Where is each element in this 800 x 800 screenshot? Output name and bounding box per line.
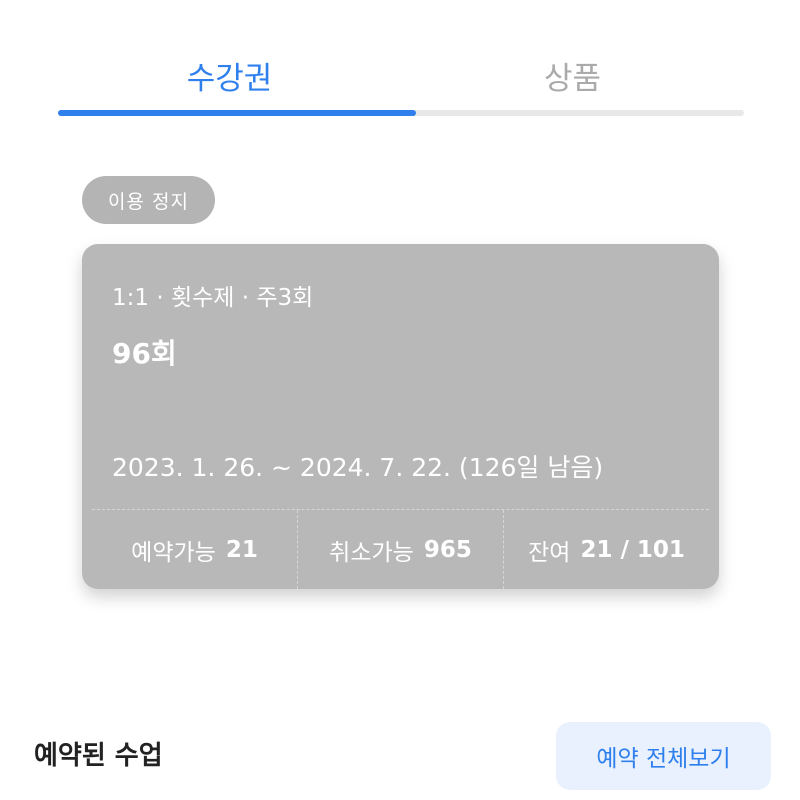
- tab-products[interactable]: 상품: [401, 40, 744, 110]
- reserved-classes-title: 예약된 수업: [34, 741, 163, 771]
- stat-remaining-value: 21 / 101: [580, 536, 685, 563]
- stat-cancellable: 취소가능 965: [297, 510, 503, 589]
- membership-screen: 수강권 상품 이용 정지 1:1 · 횟수제 · 주3회 96회 2023. 1…: [0, 0, 800, 800]
- view-all-reservations-button[interactable]: 예약 전체보기: [556, 722, 771, 790]
- tab-products-label: 상품: [543, 60, 602, 97]
- stat-reservable-label: 예약가능: [131, 539, 216, 566]
- status-badge: 이용 정지: [82, 176, 215, 224]
- stat-cancellable-label: 취소가능: [329, 539, 414, 566]
- pass-period: 2023. 1. 26. ~ 2024. 7. 22. (126일 남음): [112, 453, 604, 482]
- view-all-reservations-label: 예약 전체보기: [596, 746, 731, 772]
- tab-active-indicator: [58, 110, 416, 116]
- status-badge-label: 이용 정지: [108, 190, 189, 213]
- pass-card[interactable]: 1:1 · 횟수제 · 주3회 96회 2023. 1. 26. ~ 2024.…: [82, 244, 719, 589]
- stat-reservable-value: 21: [225, 536, 258, 563]
- pass-type: 1:1 · 횟수제 · 주3회: [112, 285, 314, 311]
- pass-stats: 예약가능 21 취소가능 965 잔여 21 / 101: [92, 509, 709, 589]
- stat-cancellable-value: 965: [423, 536, 472, 563]
- tab-pass-label: 수강권: [186, 60, 273, 97]
- stat-remaining: 잔여 21 / 101: [503, 510, 709, 589]
- tab-bar: 수강권 상품: [58, 40, 744, 120]
- stat-remaining-label: 잔여: [528, 539, 571, 566]
- pass-count: 96회: [112, 337, 177, 370]
- tab-pass[interactable]: 수강권: [58, 40, 401, 110]
- stat-reservable: 예약가능 21: [92, 510, 297, 589]
